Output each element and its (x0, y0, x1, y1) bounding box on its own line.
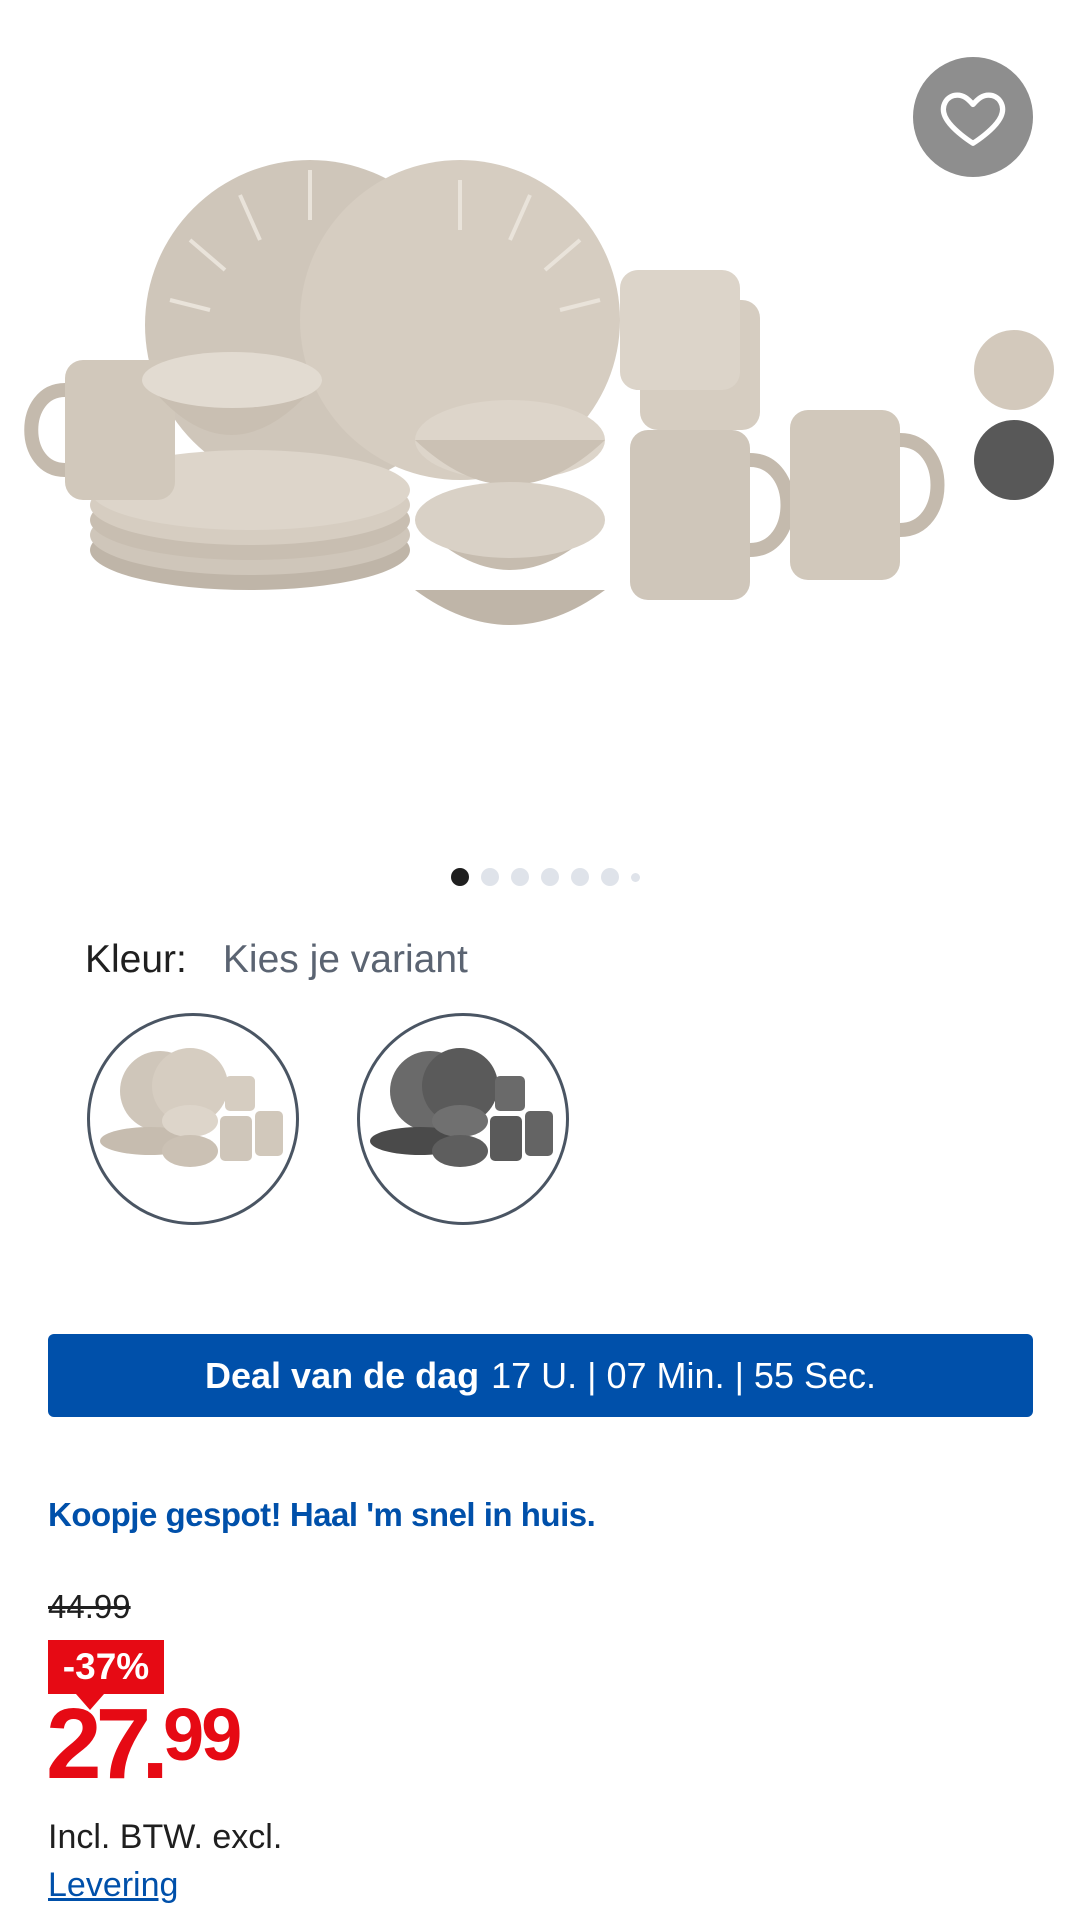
deal-countdown: 17 U. | 07 Min. | 55 Sec. (491, 1354, 876, 1396)
current-price: 27 . 99 (46, 1688, 242, 1800)
pagination-dot[interactable] (510, 868, 529, 886)
deal-title: Deal van de dag (205, 1354, 480, 1396)
deal-of-the-day-banner: Deal van de dag 17 U. | 07 Min. | 55 Sec… (48, 1334, 1033, 1417)
color-swatch-grey[interactable] (974, 420, 1054, 500)
pagination-dot[interactable] (570, 868, 589, 886)
variant-thumbnail-grey (370, 1048, 553, 1167)
promo-text: Koopje gespot! Haal 'm snel in huis. (48, 1496, 596, 1533)
variant-thumbnail-beige (100, 1048, 283, 1167)
color-swatch-beige[interactable] (974, 330, 1054, 410)
product-gallery[interactable] (0, 0, 1080, 860)
pagination-dot[interactable] (480, 868, 499, 886)
vat-info: Incl. BTW. excl. (48, 1818, 283, 1856)
heart-icon (940, 92, 1006, 146)
price-euros: 27 (46, 1688, 151, 1800)
gallery-pagination[interactable] (0, 868, 1080, 886)
color-placeholder: Kies je variant (222, 938, 468, 981)
pagination-dot[interactable] (540, 868, 559, 886)
variant-option-grey[interactable] (357, 1013, 569, 1225)
color-label: Kleur: (85, 938, 187, 981)
delivery-link[interactable]: Levering (48, 1866, 178, 1905)
pagination-dot[interactable] (600, 868, 619, 886)
price-cents: 99 (163, 1693, 242, 1776)
old-price: 44.99 (48, 1588, 131, 1625)
color-selector: Kleur: Kies je variant (85, 938, 468, 982)
discount-badge: -37% (48, 1640, 164, 1710)
variant-option-beige[interactable] (87, 1013, 299, 1225)
favorite-button[interactable] (913, 57, 1033, 177)
product-image (24, 160, 945, 625)
pagination-dot[interactable] (630, 872, 640, 882)
pagination-dot[interactable] (450, 868, 469, 886)
